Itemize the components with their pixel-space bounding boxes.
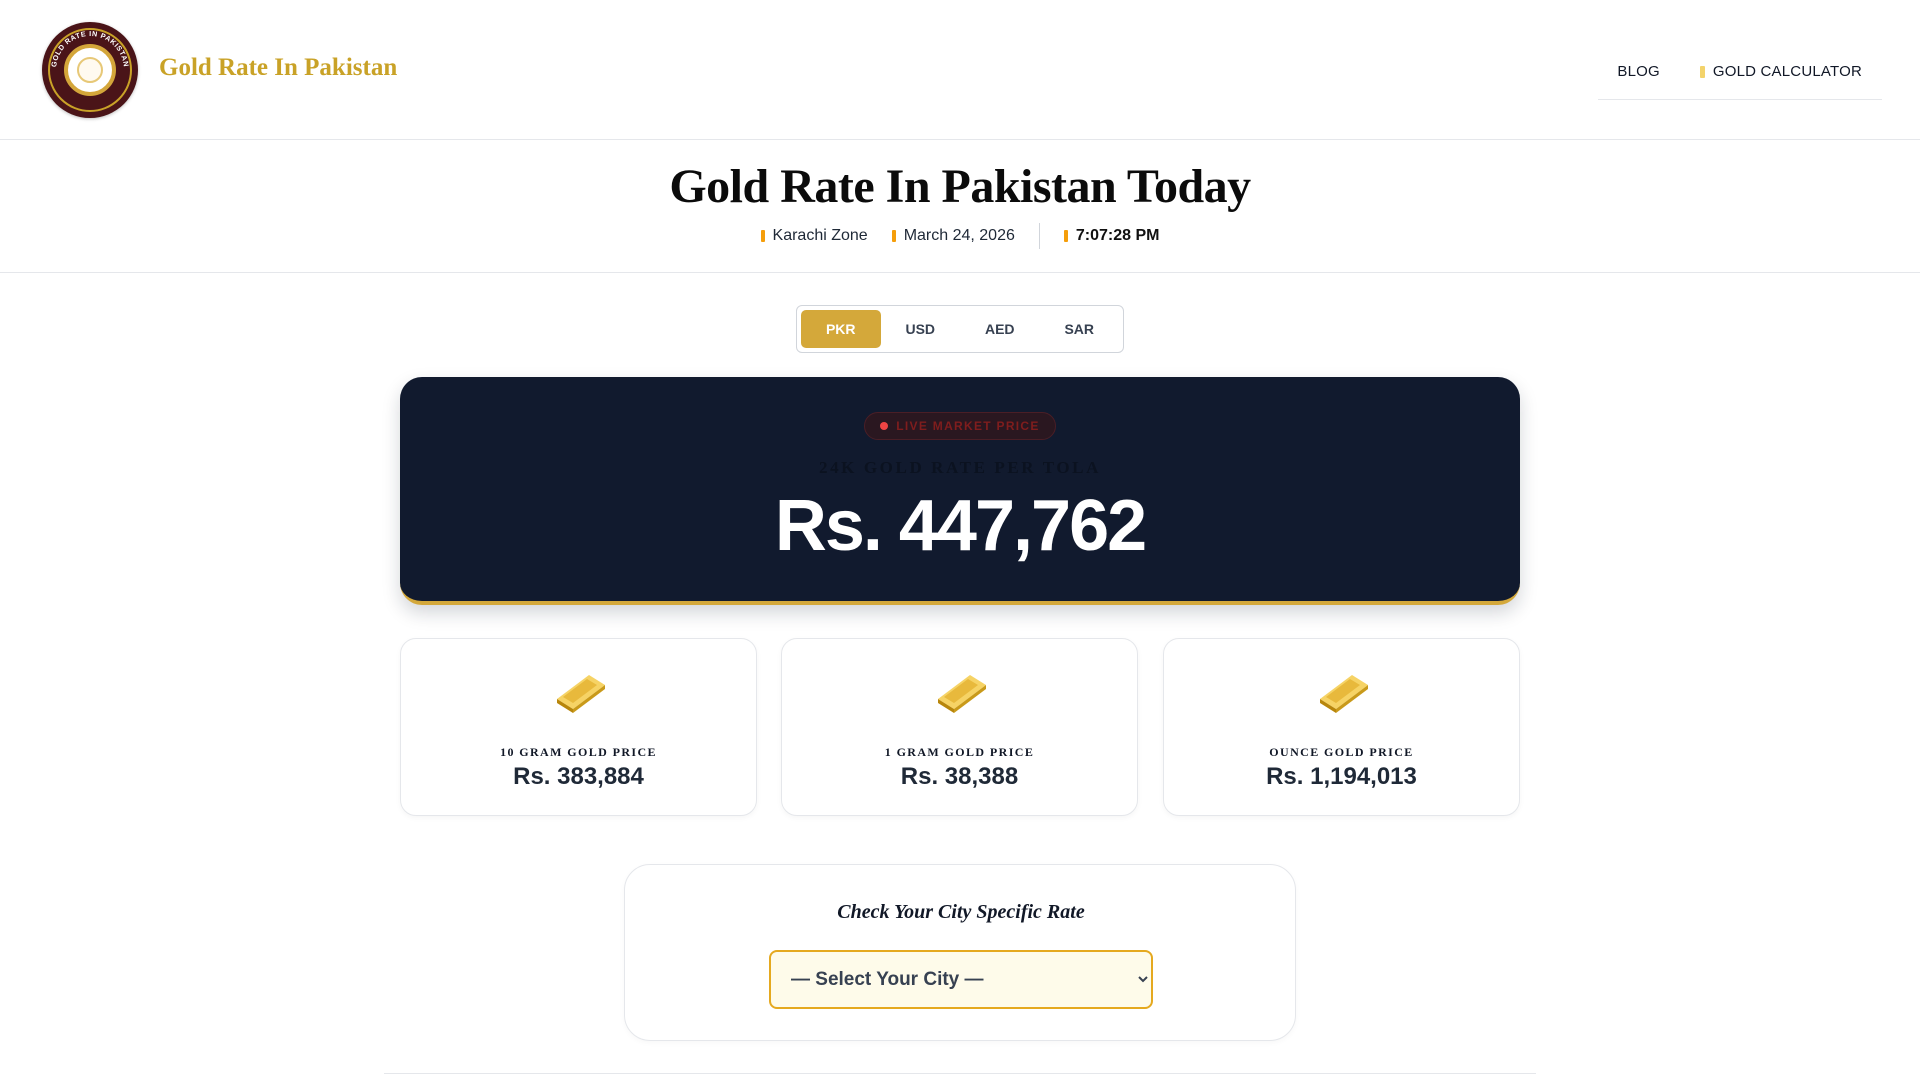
site-header: GOLD RATE IN PAKISTAN Gold Rate In Pakis… [0, 0, 1920, 140]
site-logo[interactable]: GOLD RATE IN PAKISTAN [42, 22, 138, 118]
card-10-gram: 10 GRAM GOLD PRICE Rs. 383,884 [400, 638, 757, 816]
page-title: Gold Rate In Pakistan Today [669, 160, 1251, 213]
calculator-icon [1699, 65, 1705, 78]
brand-title[interactable]: Gold Rate In Pakistan [159, 54, 397, 82]
time-label: 7:07:28 PM [1075, 227, 1160, 244]
card-ounce: OUNCE GOLD PRICE Rs. 1,194,013 [1163, 638, 1520, 816]
currency-tabs: PKR USD AED SAR [796, 305, 1124, 353]
live-badge-label: LIVE MARKET PRICE [896, 419, 1040, 433]
card-value: Rs. 1,194,013 [1266, 763, 1417, 790]
nav-gold-calculator-label: GOLD CALCULATOR [1712, 63, 1862, 80]
card-1-gram: 1 GRAM GOLD PRICE Rs. 38,388 [781, 638, 1138, 816]
gold-bar-icon [1320, 675, 1368, 713]
tab-sar[interactable]: SAR [1040, 310, 1120, 348]
location-icon [760, 230, 765, 242]
nav-blog-label: BLOG [1617, 63, 1660, 80]
live-dot-icon [880, 422, 889, 430]
hero-price-card: LIVE MARKET PRICE 24K GOLD RATE PER TOLA… [400, 377, 1520, 605]
nav-gold-calculator[interactable]: GOLD CALCULATOR [1699, 63, 1862, 80]
calendar-icon [891, 230, 896, 242]
card-value: Rs. 383,884 [513, 763, 644, 790]
date-info: March 24, 2026 [880, 227, 1027, 245]
hero-price: Rs. 447,762 [774, 486, 1147, 566]
price-cards: 10 GRAM GOLD PRICE Rs. 383,884 1 GRAM GO… [400, 638, 1520, 816]
logo-emblem: GOLD RATE IN PAKISTAN [49, 29, 131, 68]
zone-label: Karachi Zone [772, 227, 868, 244]
card-label: OUNCE GOLD PRICE [1269, 745, 1414, 759]
clock-icon [1063, 230, 1068, 242]
card-value: Rs. 38,388 [900, 763, 1019, 790]
svg-text:GOLD RATE IN PAKISTAN: GOLD RATE IN PAKISTAN [49, 29, 131, 68]
gold-bar-icon [938, 675, 986, 713]
card-label: 10 GRAM GOLD PRICE [500, 745, 657, 759]
title-area: Gold Rate In Pakistan Today Karachi Zone… [0, 141, 1920, 273]
tab-usd[interactable]: USD [881, 310, 961, 348]
section-divider [384, 1073, 1536, 1074]
gold-bar-icon [557, 675, 605, 713]
city-select[interactable]: — Select Your City — [769, 950, 1153, 1009]
hero-label: 24K GOLD RATE PER TOLA [818, 458, 1102, 477]
card-label: 1 GRAM GOLD PRICE [884, 745, 1035, 759]
city-box-title: Check Your City Specific Rate [837, 901, 1085, 923]
city-rate-box: Check Your City Specific Rate — Select Y… [624, 864, 1296, 1041]
live-badge: LIVE MARKET PRICE [864, 412, 1056, 440]
zone-info: Karachi Zone [749, 227, 880, 245]
nav-blog[interactable]: BLOG [1617, 63, 1659, 80]
time-info: 7:07:28 PM [1052, 227, 1172, 245]
meta-divider [1038, 223, 1040, 249]
date-label: March 24, 2026 [903, 227, 1015, 244]
tab-pkr[interactable]: PKR [801, 310, 881, 348]
tab-aed[interactable]: AED [960, 310, 1040, 348]
meta-row: Karachi Zone March 24, 2026 7:07:28 PM [0, 223, 1920, 249]
main-nav: BLOG GOLD CALCULATOR [1598, 44, 1882, 100]
